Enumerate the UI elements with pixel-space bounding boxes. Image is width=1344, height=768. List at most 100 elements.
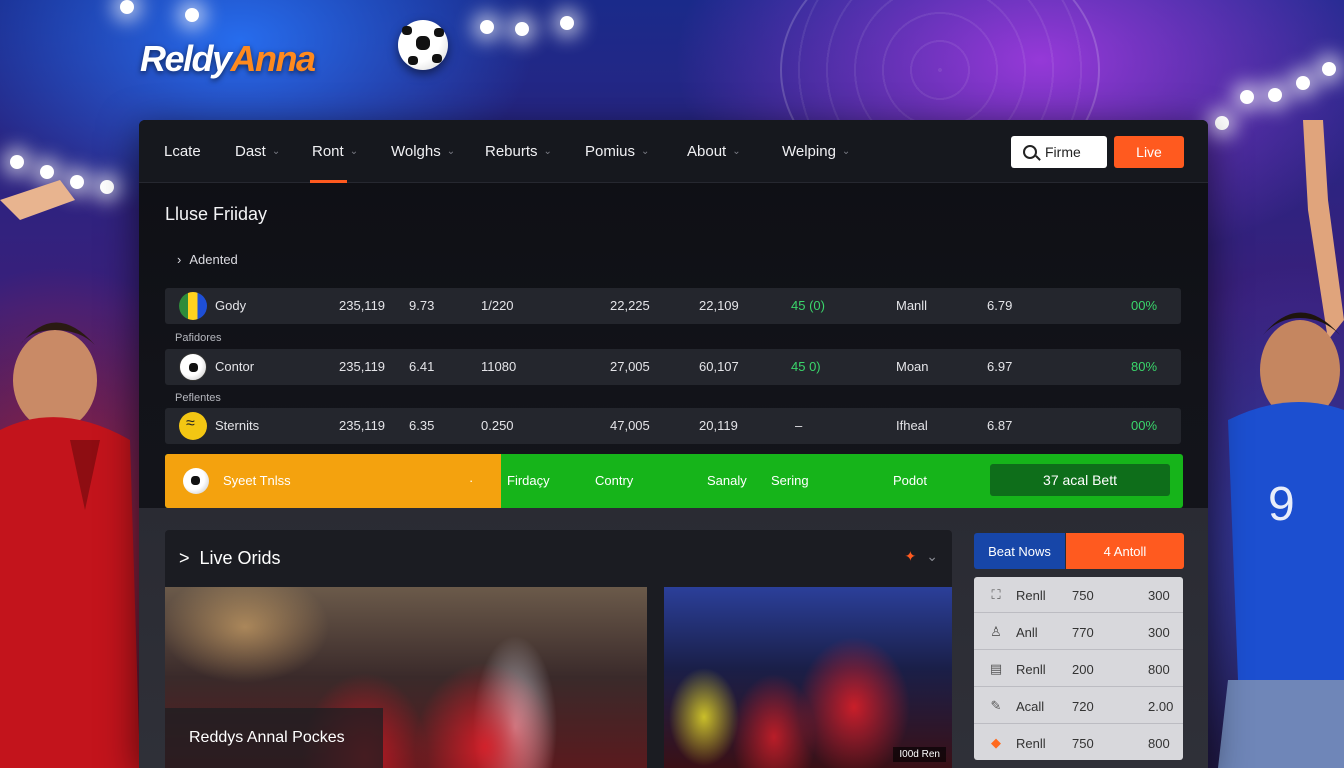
search-icon [1023,145,1037,159]
row-odds[interactable]: 6.97 [987,359,1012,374]
row-value: 11080 [481,359,517,374]
promo-item[interactable]: Sering [771,473,809,488]
search-label: Firme [1045,144,1081,160]
row-label: Moan [896,359,929,374]
row-odds[interactable]: 6.79 [987,298,1012,313]
list-item[interactable]: ✎ Acall 720 2.00 [974,688,1183,724]
table-row[interactable]: Contor 235,119 6.41 11080 27,005 60,107 … [165,349,1181,385]
row-value: 235,119 [339,359,386,374]
row-value: 1/220 [481,298,514,313]
row-value: 20,119 [699,418,738,433]
nav-item-label: Dast [235,142,266,160]
row-value: 22,225 [610,298,650,313]
row-change: – [795,418,803,433]
promo-item[interactable]: Firdaçy [507,473,550,488]
row-odds[interactable]: 9.73 [409,298,434,313]
chevron-down-icon: ⌄ [641,145,650,157]
row-label: Manll [896,298,928,313]
list-item-name: Acall [1016,699,1045,714]
live-button[interactable]: Live [1114,136,1184,168]
table-row[interactable]: Sternits 235,119 6.35 0.250 47,005 20,11… [165,408,1181,444]
promo-item[interactable]: Sanaly [707,473,747,488]
tab-beat-nows[interactable]: Beat Nows [974,533,1065,569]
row-percent: 00% [1131,418,1158,433]
light [120,0,134,14]
side-list: ⛶ Renll 750 300 ♙ Anll 770 300 ▤ Renll 2… [974,577,1183,760]
chevron-down-icon: ⌄ [446,145,456,157]
nav-item-label: Reburts [485,142,538,160]
nav-item-7[interactable]: About ⌄ [687,140,741,162]
top-navigation: Lcate Dast ⌄ Ront ⌄ Wolghs ⌄ Reburts ⌄ Pomius ⌄ Abo… [139,120,1208,183]
user-icon: ♙ [990,624,1002,639]
nav-item-3[interactable]: Ront ⌄ [312,140,358,162]
nav-item-4[interactable]: Wolghs ⌄ [391,140,455,162]
section-title: Lluse Friiday [165,204,268,224]
live-odds-title: Live Orids [199,548,281,568]
spark-icon[interactable]: ✦ [905,548,917,565]
light [1268,88,1282,102]
chevron-down-icon[interactable]: ⌄ [926,548,938,565]
svg-text:9: 9 [1268,478,1295,531]
search-input[interactable]: Firme [1011,136,1107,168]
photo-caption: Reddys Annal Pockes [165,708,383,768]
nav-item-8[interactable]: Welping ⌄ [782,140,850,162]
row-odds[interactable]: 6.87 [987,418,1012,433]
list-item[interactable]: ▤ Renll 200 800 [974,651,1183,687]
main-panel: Lcate Dast ⌄ Ront ⌄ Wolghs ⌄ Reburts ⌄ Pomius ⌄ Abo… [139,120,1208,768]
promo-item[interactable]: Contry [595,473,633,488]
table-row[interactable]: Gody 235,119 9.73 1/220 22,225 22,109 45… [165,288,1181,324]
live-odds-header[interactable]: > Live Orids [179,548,281,569]
tab-antoll[interactable]: 4 Antoll [1066,533,1184,569]
nav-item-label: About [687,142,727,160]
list-item-value: 750 [1072,588,1094,603]
fans-photo[interactable]: Reddys Annal Pockes [165,587,647,768]
list-item-value: 2.00 [1148,699,1174,714]
list-item-name: Renll [1016,662,1046,677]
toggle-label: Adented [189,252,238,267]
chevron-down-icon: ⌄ [543,145,552,157]
brand-logo[interactable]: ReldyAnna [140,38,316,80]
promo-item[interactable]: Podot [893,473,927,488]
chevron-right-icon: > [179,548,190,568]
nav-item-2[interactable]: Dast ⌄ [235,140,280,162]
nav-item-5[interactable]: Reburts ⌄ [485,140,552,162]
light [515,22,529,36]
light [185,8,199,22]
list-item-value: 200 [1072,662,1094,677]
row-odds[interactable]: 6.41 [409,359,434,374]
list-item[interactable]: ♙ Anll 770 300 [974,614,1183,650]
match-photo[interactable]: I00d Ren [664,587,952,768]
group-label: Peflentes [175,392,221,404]
group-label: Pafidores [175,332,222,344]
place-bet-button[interactable]: 37 acal Bett [990,464,1170,496]
chevron-down-icon: ⌄ [732,145,741,157]
chevron-right-icon: › [177,252,182,267]
row-value: 0.250 [481,418,514,433]
row-value: 235,119 [339,298,386,313]
promo-left-segment[interactable]: Syeet Tnlss · [165,454,501,508]
nav-item-1[interactable]: Lcate [164,140,201,162]
soccer-ball-icon [179,353,207,381]
chevron-down-icon: ⌄ [349,145,359,157]
nav-item-label: Wolghs [391,142,441,160]
fan-right-image: 9 [1218,120,1344,768]
row-value: 60,107 [699,359,739,374]
row-change: 45 (0) [791,298,825,313]
list-item[interactable]: ◆ Renll 750 800 [974,725,1183,760]
row-value: 22,109 [699,298,739,313]
row-odds[interactable]: 6.35 [409,418,434,433]
list-item[interactable]: ⛶ Renll 750 300 [974,577,1183,613]
row-name: Contor [215,359,255,374]
expand-toggle[interactable]: › Adented [177,252,238,267]
active-tab-indicator [310,180,347,183]
light [10,155,24,169]
pencil-icon: ✎ [990,698,1002,713]
light [1240,90,1254,104]
live-odds-card: > Live Orids ✦ ⌄ Reddys Annal Pockes I00… [165,530,952,768]
row-percent: 00% [1131,298,1158,313]
row-value: 27,005 [610,359,650,374]
list-item-value: 770 [1072,625,1094,640]
nav-item-label: Welping [782,142,836,160]
fan-left-image [0,180,140,768]
nav-item-6[interactable]: Pomius ⌄ [585,140,649,162]
